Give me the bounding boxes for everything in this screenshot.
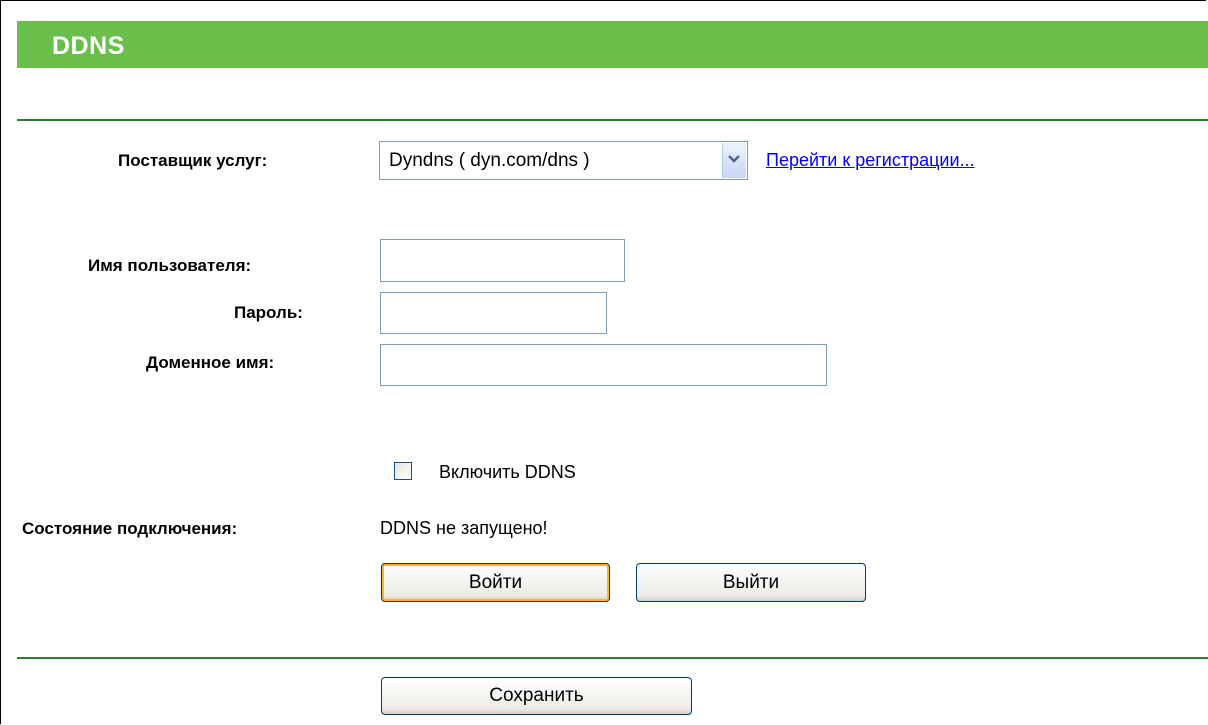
username-input[interactable] (380, 239, 625, 282)
save-button[interactable]: Сохранить (381, 677, 692, 715)
page-title: DDNS (52, 32, 125, 60)
chevron-down-icon[interactable] (722, 143, 746, 178)
logout-button[interactable]: Выйти (636, 563, 866, 602)
password-input[interactable] (380, 292, 607, 334)
username-label: Имя пользователя: (88, 256, 252, 275)
password-label: Пароль: (234, 303, 303, 322)
register-link[interactable]: Перейти к регистрации... (766, 150, 975, 171)
divider-bottom (17, 657, 1208, 659)
enable-ddns-label: Включить DDNS (439, 462, 576, 482)
provider-label: Поставщик услуг: (118, 151, 268, 170)
header-bar (17, 21, 1208, 68)
status-value: DDNS не запущено! (380, 518, 548, 538)
status-label: Состояние подключения: (22, 519, 238, 538)
provider-select-value: Dyndns ( dyn.com/dns ) (389, 150, 590, 171)
login-button[interactable]: Войти (381, 563, 610, 602)
enable-ddns-checkbox[interactable] (394, 462, 412, 480)
divider-top (17, 119, 1208, 121)
provider-select[interactable]: Dyndns ( dyn.com/dns ) (379, 141, 748, 180)
domain-label: Доменное имя: (146, 353, 275, 372)
domain-input[interactable] (380, 344, 827, 386)
